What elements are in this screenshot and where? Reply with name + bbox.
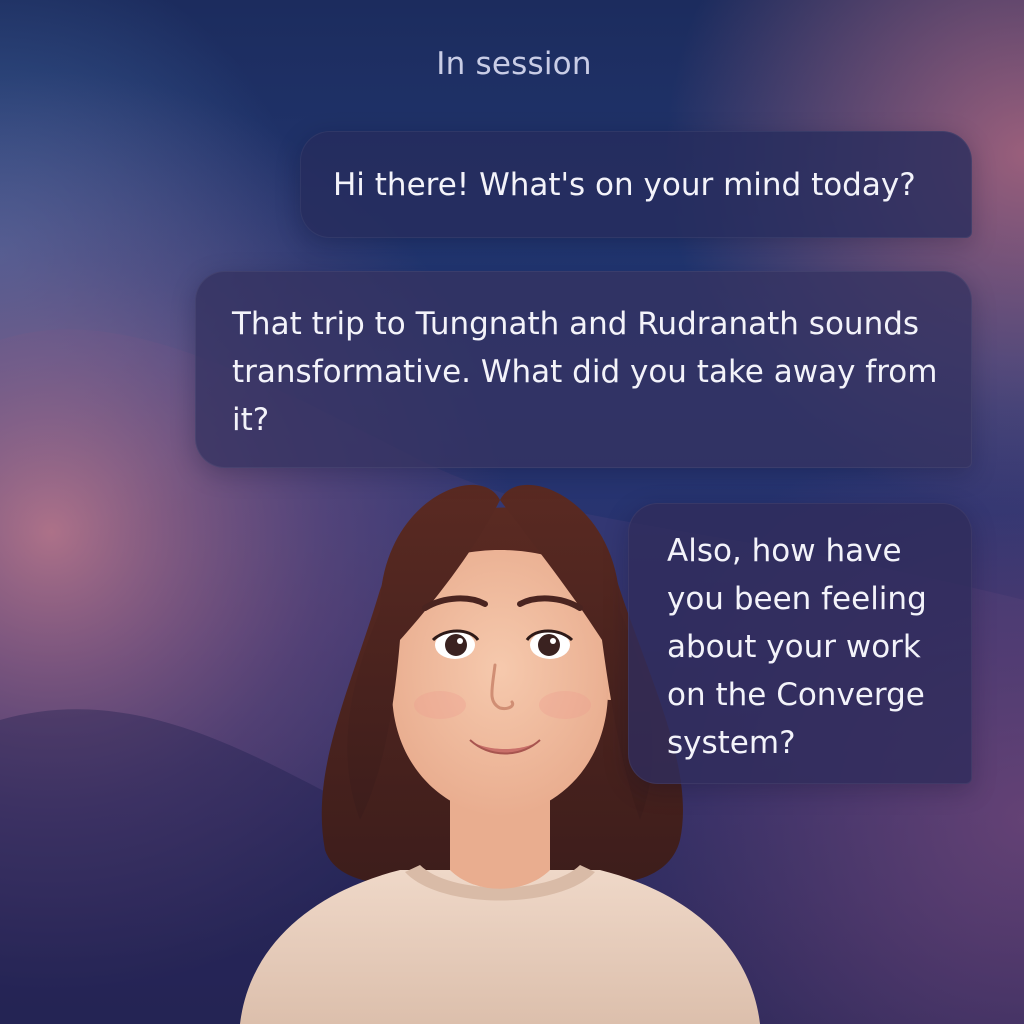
message-bubble: Hi there! What's on your mind today? [300,131,972,238]
message-text: That trip to Tungnath and Rudranath soun… [232,306,938,438]
session-screen: In session Hi there! What's on your mind… [0,0,1024,1024]
message-bubble: That trip to Tungnath and Rudranath soun… [195,271,972,468]
message-bubble: Also, how have you been feeling about yo… [628,503,972,784]
message-text: Hi there! What's on your mind today? [333,167,916,203]
session-status-label: In session [0,46,1024,82]
session-status-text: In session [436,46,592,82]
message-text: Also, how have you been feeling about yo… [667,533,927,761]
